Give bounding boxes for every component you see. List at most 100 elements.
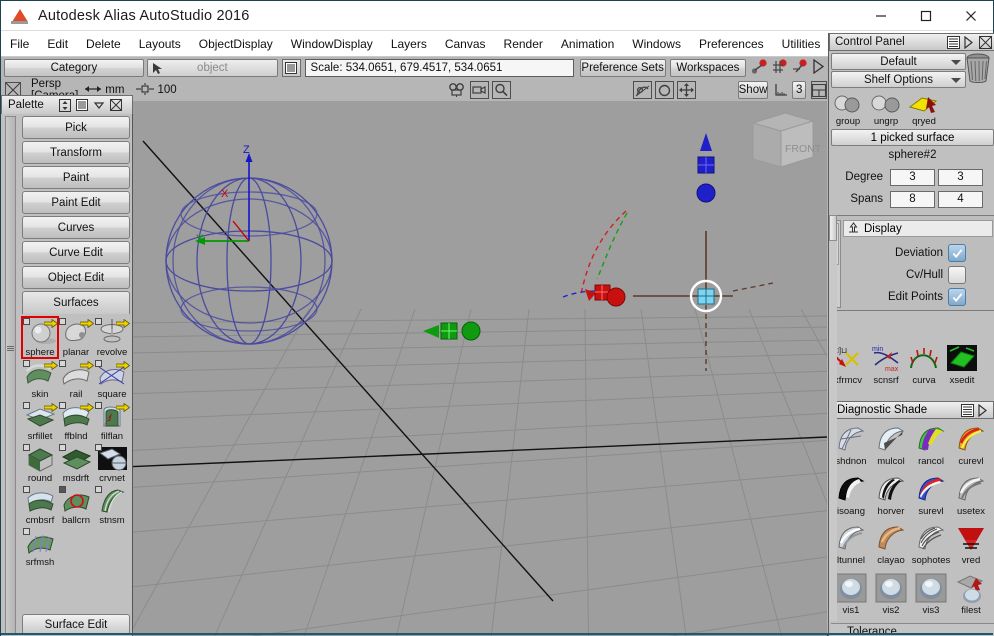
tool-planar[interactable]: planar — [58, 317, 95, 358]
list-icon[interactable] — [961, 403, 974, 417]
grid-pin-red-icon[interactable] — [771, 58, 788, 78]
degree-u-field[interactable]: 3 — [890, 168, 935, 186]
display-option-editpoints[interactable]: Edit Points — [843, 286, 993, 308]
menu-layouts[interactable]: Layouts — [130, 35, 190, 53]
palette-button-pick[interactable]: Pick — [22, 116, 130, 139]
close-box-icon[interactable] — [109, 98, 123, 112]
tool-square[interactable]: square — [94, 359, 131, 400]
spans-v-field[interactable]: 4 — [938, 190, 983, 208]
pin-tilt-red-icon[interactable] — [791, 58, 808, 78]
tool-option-box[interactable] — [23, 402, 30, 409]
ds-tool-sophotes[interactable]: sophotes — [911, 522, 951, 572]
shelf-tool-qryed[interactable]: qryed — [905, 91, 943, 127]
move-arrows-icon[interactable] — [676, 81, 696, 99]
ds-tool-isoang[interactable]: isoang — [831, 473, 871, 523]
shelf-tool-ungrp[interactable]: ungrp — [867, 91, 905, 127]
editpoints-checkbox[interactable] — [948, 288, 966, 306]
display-option-cvhull[interactable]: Cv/Hull — [843, 264, 993, 286]
tool-option-box[interactable] — [95, 486, 102, 493]
tool-cmbsrf[interactable]: cmbsrf — [22, 485, 58, 526]
ds-tool-usetex[interactable]: usetex — [951, 473, 991, 523]
list-icon[interactable] — [947, 35, 960, 49]
tool-option-box[interactable] — [59, 360, 66, 367]
menu-utilities[interactable]: Utilities — [773, 35, 830, 53]
edit-tool-scnsrf[interactable]: min max scnsrf — [867, 343, 905, 387]
control-panel-scrollbar[interactable] — [829, 215, 837, 621]
lightbulb-axis-icon[interactable] — [632, 81, 652, 99]
menu-animation[interactable]: Animation — [552, 35, 623, 53]
palette-button-paint[interactable]: Paint — [22, 166, 130, 189]
tool-msdrft[interactable]: msdrft — [58, 443, 94, 484]
tool-option-box[interactable] — [59, 318, 66, 325]
scale-field[interactable]: Scale: 534.0651, 679.4517, 534.0651 — [304, 59, 574, 77]
scrollbar-grip[interactable] — [7, 345, 14, 353]
menu-edit[interactable]: Edit — [38, 35, 77, 53]
spans-u-field[interactable]: 8 — [890, 190, 935, 208]
close-box-icon[interactable] — [979, 35, 992, 49]
ds-tool-horver[interactable]: horver — [871, 473, 911, 523]
tool-option-box[interactable] — [23, 444, 30, 451]
palette-button-curves[interactable]: Curves — [22, 216, 130, 239]
play-triangle-icon[interactable] — [811, 58, 825, 77]
tool-skin[interactable]: skin — [22, 359, 59, 400]
ds-tool-shdnon[interactable]: shdnon — [831, 423, 871, 473]
tool-ballcrn[interactable]: ballcrn — [58, 485, 94, 526]
tool-option-box[interactable] — [23, 360, 30, 367]
tool-filflan[interactable]: filflan — [94, 401, 131, 442]
ds-tool-filest[interactable]: filest — [951, 572, 991, 622]
menu-objectdisplay[interactable]: ObjectDisplay — [190, 35, 282, 53]
degree-v-field[interactable]: 3 — [938, 168, 983, 186]
palette-button-paint-edit[interactable]: Paint Edit — [22, 191, 130, 214]
tool-option-box[interactable] — [95, 444, 102, 451]
ds-tool-curevl[interactable]: curevl — [951, 423, 991, 473]
edit-tool-curva[interactable]: curva — [905, 343, 943, 387]
tool-option-box[interactable] — [95, 402, 102, 409]
perspective-viewport[interactable]: Z Y X FRONT — [133, 101, 827, 636]
minimize-icon[interactable] — [858, 1, 903, 31]
prompt-field[interactable]: object — [146, 59, 278, 77]
ds-tool-surevl[interactable]: surevl — [911, 473, 951, 523]
palette-button-surfaces[interactable]: Surfaces — [22, 291, 130, 314]
preset-dropdown[interactable]: Default — [831, 53, 966, 70]
close-icon[interactable] — [948, 1, 993, 31]
menu-layers[interactable]: Layers — [382, 35, 436, 53]
chevron-down-icon[interactable] — [92, 98, 106, 112]
edit-tool-xsedit[interactable]: xsedit — [943, 343, 981, 387]
tool-revolve[interactable]: revolve — [94, 317, 131, 358]
ds-tool-vred[interactable]: vred — [951, 522, 991, 572]
tool-crvnet[interactable]: crvnet — [94, 443, 130, 484]
camera-box-icon[interactable] — [469, 81, 489, 99]
picked-status-bar[interactable]: 1 picked surface — [831, 129, 994, 146]
tool-rail[interactable]: rail — [58, 359, 95, 400]
ds-tool-rancol[interactable]: rancol — [911, 423, 951, 473]
display-option-deviation[interactable]: Deviation — [843, 242, 993, 264]
pin-red-icon[interactable] — [751, 58, 768, 78]
ds-tool-vis1[interactable]: vis1 — [831, 572, 871, 622]
magnifier-icon[interactable] — [491, 81, 511, 99]
tool-sphere[interactable]: sphere — [21, 316, 59, 359]
shelf-tool-group[interactable]: group — [829, 91, 867, 127]
trash-can-icon[interactable] — [964, 53, 992, 83]
menu-preferences[interactable]: Preferences — [690, 35, 773, 53]
camera-icon[interactable] — [448, 81, 467, 99]
tool-srfmsh[interactable]: srfmsh — [22, 527, 58, 568]
list-icon[interactable] — [75, 98, 89, 112]
palette-scrollbar[interactable] — [5, 116, 16, 635]
list-icon[interactable] — [281, 59, 301, 77]
ruler-icon[interactable] — [774, 81, 788, 99]
tool-option-box[interactable] — [23, 486, 30, 493]
layout-count-button[interactable]: 3 — [792, 81, 806, 99]
menu-canvas[interactable]: Canvas — [436, 35, 495, 53]
tool-stnsm[interactable]: stnsm — [94, 485, 130, 526]
tool-option-box[interactable] — [59, 486, 66, 493]
shelf-options-dropdown[interactable]: Shelf Options — [831, 71, 966, 88]
palette-button-surface-edit[interactable]: Surface Edit — [22, 614, 130, 635]
maximize-icon[interactable] — [903, 1, 948, 31]
play-triangle-icon[interactable] — [977, 403, 990, 417]
cvhull-checkbox[interactable] — [948, 266, 966, 284]
menu-windows[interactable]: Windows — [623, 35, 690, 53]
ds-tool-ltunnel[interactable]: ltunnel — [831, 522, 871, 572]
grid-value[interactable]: 100 — [157, 84, 176, 96]
workspaces-button[interactable]: Workspaces — [669, 59, 746, 77]
tool-round[interactable]: round — [22, 443, 58, 484]
